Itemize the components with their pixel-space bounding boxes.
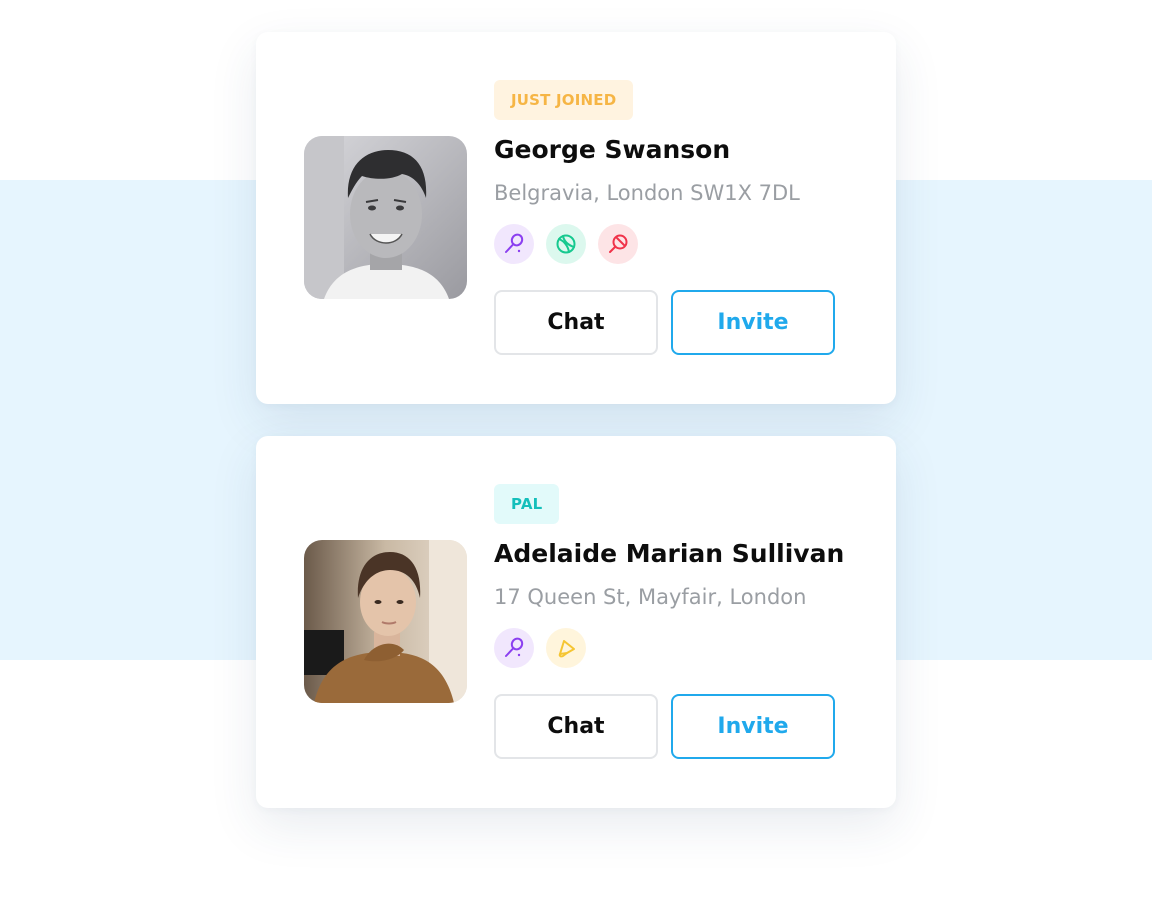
profile-name: Adelaide Marian Sullivan [494, 539, 845, 568]
profile-address: Belgravia, London SW1X 7DL [494, 181, 800, 205]
sport-icons [494, 224, 638, 264]
ping-pong-paddle-icon [598, 224, 638, 264]
tennis-ball-icon [546, 224, 586, 264]
status-badge: PAL [494, 484, 560, 524]
invite-button[interactable]: Invite [671, 290, 835, 355]
status-badge: JUST JOINED [494, 80, 634, 120]
chat-button[interactable]: Chat [494, 694, 658, 759]
sport-icons [494, 628, 586, 668]
badminton-racket-icon [494, 628, 534, 668]
profile-address: 17 Queen St, Mayfair, London [494, 585, 807, 609]
profile-card: PAL Adelaide Marian Sullivan 17 Queen St… [256, 436, 896, 808]
profile-card: JUST JOINED George Swanson Belgravia, Lo… [256, 32, 896, 404]
badminton-racket-icon [494, 224, 534, 264]
avatar [304, 540, 467, 703]
chat-button[interactable]: Chat [494, 290, 658, 355]
profile-name: George Swanson [494, 135, 731, 164]
invite-button[interactable]: Invite [671, 694, 835, 759]
avatar [304, 136, 467, 299]
shuttlecock-icon [546, 628, 586, 668]
